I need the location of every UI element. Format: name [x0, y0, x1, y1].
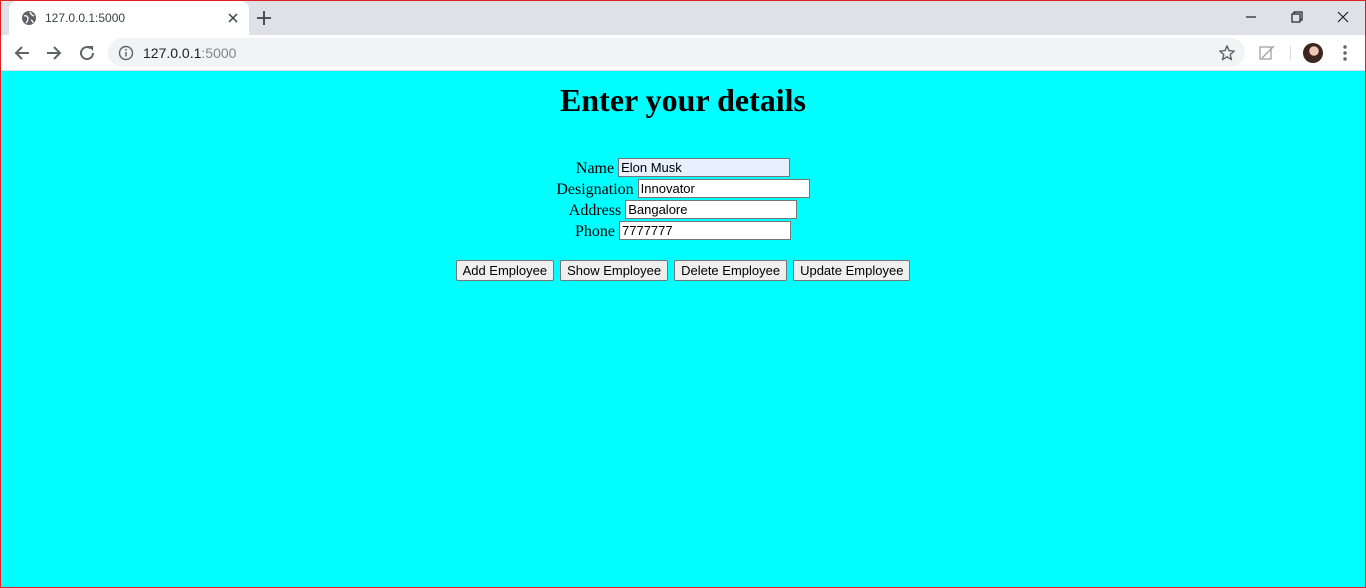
star-icon[interactable]: [1218, 44, 1236, 62]
tab-strip: 127.0.0.1:5000: [1, 1, 1365, 35]
info-icon[interactable]: [118, 45, 134, 61]
address-label: Address: [568, 202, 622, 219]
address-url[interactable]: 127.0.0.1:5000: [143, 45, 236, 61]
toolbar-separator: [1290, 46, 1291, 60]
address-bar[interactable]: 127.0.0.1:5000: [108, 38, 1245, 67]
show-employee-button[interactable]: Show Employee: [560, 260, 669, 281]
browser-window: 127.0.0.1:5000 127.0.0.1:5000 Enter your…: [0, 0, 1366, 588]
phone-row: Phone: [1, 221, 1365, 242]
browser-tab[interactable]: 127.0.0.1:5000: [9, 1, 249, 35]
edit-off-icon[interactable]: [1258, 44, 1276, 62]
avatar[interactable]: [1303, 43, 1323, 63]
action-buttons: Add Employee Show Employee Delete Employ…: [1, 260, 1365, 281]
tab-title: 127.0.0.1:5000: [45, 11, 126, 25]
name-label: Name: [575, 160, 615, 177]
close-icon[interactable]: [225, 10, 241, 26]
arrow-left-icon[interactable]: [11, 42, 33, 64]
add-employee-button[interactable]: Add Employee: [455, 260, 555, 281]
minimize-icon[interactable]: [1241, 7, 1261, 27]
kebab-menu-icon[interactable]: [1335, 43, 1355, 63]
designation-input[interactable]: [637, 179, 810, 198]
name-input[interactable]: [618, 158, 791, 177]
arrow-right-icon[interactable]: [43, 42, 65, 64]
delete-employee-button[interactable]: Delete Employee: [674, 260, 788, 281]
plus-icon[interactable]: [255, 9, 273, 27]
employee-form: Name Designation Address Phone: [1, 158, 1365, 242]
phone-label: Phone: [575, 223, 615, 240]
restore-icon[interactable]: [1287, 7, 1307, 27]
name-row: Name: [1, 158, 1365, 179]
reload-icon[interactable]: [76, 42, 98, 64]
page-title: Enter your details: [560, 82, 806, 118]
window-close-icon[interactable]: [1333, 7, 1353, 27]
url-port: :5000: [201, 45, 237, 61]
designation-label: Designation: [556, 181, 634, 198]
globe-icon: [22, 11, 36, 25]
address-input[interactable]: [625, 200, 798, 219]
url-host: 127.0.0.1: [143, 45, 202, 61]
update-employee-button[interactable]: Update Employee: [793, 260, 911, 281]
designation-row: Designation: [1, 179, 1365, 200]
phone-input[interactable]: [619, 221, 791, 240]
address-row: Address: [1, 200, 1365, 221]
browser-toolbar: 127.0.0.1:5000: [1, 35, 1365, 71]
page-content: Enter your details Name Designation Addr…: [1, 71, 1365, 587]
